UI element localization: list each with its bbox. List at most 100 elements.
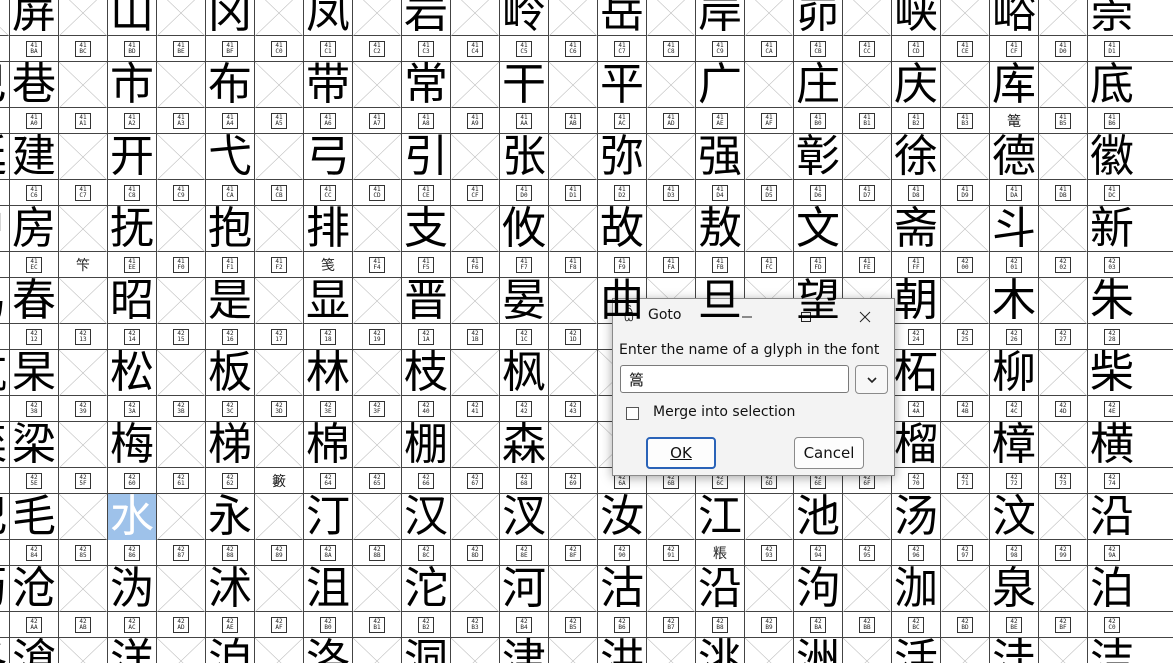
glyph-cell[interactable]: [58, 350, 107, 396]
glyph-cell[interactable]: [450, 494, 499, 540]
glyph-cell[interactable]: 岸: [695, 0, 744, 36]
glyph-cell[interactable]: [842, 566, 891, 612]
glyph-cell[interactable]: [156, 494, 205, 540]
glyph-cell[interactable]: 池: [793, 494, 842, 540]
glyph-cell[interactable]: [1038, 566, 1087, 612]
glyph-cell[interactable]: 朱: [1087, 278, 1136, 324]
glyph-cell[interactable]: [940, 638, 989, 663]
glyph-cell[interactable]: [450, 206, 499, 252]
glyph-cell[interactable]: 江: [695, 494, 744, 540]
glyph-cell[interactable]: 沿: [1087, 494, 1136, 540]
glyph-cell[interactable]: [548, 350, 597, 396]
glyph-cell[interactable]: 库: [989, 62, 1038, 108]
glyph-cell[interactable]: [156, 278, 205, 324]
glyph-cell[interactable]: 峪: [989, 0, 1038, 36]
glyph-cell[interactable]: 山: [107, 0, 156, 36]
glyph-cell[interactable]: 洮: [695, 638, 744, 663]
glyph-cell[interactable]: 强: [695, 134, 744, 180]
glyph-cell[interactable]: [352, 62, 401, 108]
glyph-grid[interactable]: 41 41 BA 41 BC 41 BD 41 BE 41 BF 41 C0 41 C1 41 …: [0, 0, 1173, 663]
glyph-cell[interactable]: 引: [401, 134, 450, 180]
glyph-cell[interactable]: [940, 206, 989, 252]
glyph-cell[interactable]: 冈: [205, 0, 254, 36]
glyph-cell[interactable]: [744, 134, 793, 180]
glyph-cell[interactable]: 庆: [891, 62, 940, 108]
glyph-cell[interactable]: 泉: [989, 566, 1038, 612]
glyph-cell[interactable]: 横: [1087, 422, 1136, 468]
glyph-cell[interactable]: [646, 62, 695, 108]
glyph-cell[interactable]: [842, 638, 891, 663]
glyph-cell[interactable]: [352, 422, 401, 468]
glyph-cell[interactable]: 洛: [303, 638, 352, 663]
glyph-cell[interactable]: 房: [9, 206, 58, 252]
glyph-cell[interactable]: [254, 0, 303, 36]
glyph-cell[interactable]: 支: [401, 206, 450, 252]
glyph-cell[interactable]: 望: [793, 278, 842, 324]
merge-into-selection-checkbox[interactable]: [626, 407, 639, 420]
glyph-cell[interactable]: [940, 494, 989, 540]
glyph-cell[interactable]: [58, 206, 107, 252]
glyph-cell[interactable]: 巷: [9, 62, 58, 108]
glyph-cell[interactable]: 廷: [0, 134, 9, 180]
glyph-cell[interactable]: 抱: [205, 206, 254, 252]
glyph-cell[interactable]: 沧: [9, 566, 58, 612]
glyph-cell[interactable]: 建: [9, 134, 58, 180]
glyph-cell[interactable]: 柘: [891, 350, 940, 396]
glyph-cell[interactable]: 梁: [9, 422, 58, 468]
glyph-cell[interactable]: [254, 350, 303, 396]
glyph-cell[interactable]: [450, 566, 499, 612]
glyph-cell[interactable]: [548, 638, 597, 663]
glyph-cell[interactable]: 弥: [597, 134, 646, 180]
glyph-cell[interactable]: [1038, 350, 1087, 396]
glyph-cell[interactable]: [58, 0, 107, 36]
glyph-cell[interactable]: 巴: [0, 62, 9, 108]
glyph-cell[interactable]: [940, 422, 989, 468]
glyph-cell[interactable]: 屏: [9, 0, 58, 36]
glyph-cell[interactable]: 棚: [401, 422, 450, 468]
glyph-cell[interactable]: 柴: [1087, 350, 1136, 396]
glyph-cell[interactable]: 旦: [695, 278, 744, 324]
glyph-cell[interactable]: [450, 278, 499, 324]
glyph-cell[interactable]: 汤: [891, 494, 940, 540]
glyph-cell[interactable]: [1038, 134, 1087, 180]
glyph-cell[interactable]: [156, 566, 205, 612]
glyph-cell[interactable]: [450, 62, 499, 108]
glyph-cell[interactable]: 晋: [401, 278, 450, 324]
glyph-cell[interactable]: 排: [303, 206, 352, 252]
glyph-cell[interactable]: 梯: [205, 422, 254, 468]
glyph-cell[interactable]: [352, 638, 401, 663]
glyph-cell[interactable]: 峁: [793, 0, 842, 36]
glyph-cell[interactable]: 汊: [499, 494, 548, 540]
glyph-cell[interactable]: 汶: [989, 494, 1038, 540]
glyph-cell[interactable]: [744, 62, 793, 108]
glyph-cell[interactable]: 凤: [303, 0, 352, 36]
glyph-cell[interactable]: 彰: [793, 134, 842, 180]
glyph-cell[interactable]: 昭: [107, 278, 156, 324]
glyph-cell[interactable]: 毛: [9, 494, 58, 540]
glyph-cell[interactable]: 斗: [989, 206, 1038, 252]
glyph-cell[interactable]: 沥: [0, 566, 9, 612]
glyph-cell[interactable]: [254, 422, 303, 468]
glyph-cell[interactable]: [646, 638, 695, 663]
glyph-cell[interactable]: [548, 422, 597, 468]
glyph-cell[interactable]: [450, 350, 499, 396]
cancel-button[interactable]: Cancel: [794, 437, 864, 469]
glyph-cell[interactable]: 朝: [891, 278, 940, 324]
glyph-cell[interactable]: 泃: [793, 566, 842, 612]
glyph-cell[interactable]: 榴: [891, 422, 940, 468]
glyph-cell[interactable]: [1038, 0, 1087, 36]
glyph-cell[interactable]: [646, 494, 695, 540]
glyph-cell[interactable]: 平: [597, 62, 646, 108]
glyph-cell[interactable]: 沮: [303, 566, 352, 612]
glyph-cell[interactable]: 活: [891, 638, 940, 663]
glyph-cell[interactable]: 沩: [107, 566, 156, 612]
glyph-cell[interactable]: [842, 62, 891, 108]
glyph-cell[interactable]: 布: [205, 62, 254, 108]
glyph-cell[interactable]: [744, 638, 793, 663]
glyph-cell[interactable]: 河: [499, 566, 548, 612]
glyph-cell[interactable]: [940, 134, 989, 180]
glyph-cell[interactable]: 泇: [891, 566, 940, 612]
glyph-cell[interactable]: 崇: [1087, 0, 1136, 36]
glyph-cell[interactable]: 底: [1087, 62, 1136, 108]
glyph-cell[interactable]: 板: [205, 350, 254, 396]
